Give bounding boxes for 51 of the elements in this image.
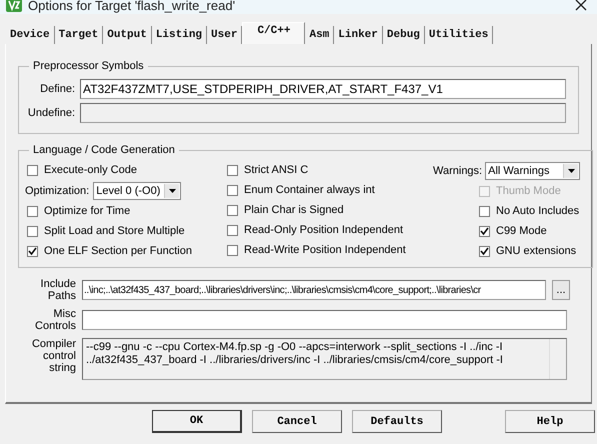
dialog-button[interactable]: Defaults <box>352 410 442 433</box>
undefine-label: Undefine: <box>26 107 75 119</box>
checkbox-label: Optimize for Time <box>44 205 130 217</box>
misc-controls-field[interactable] <box>82 310 567 330</box>
checkbox[interactable] <box>27 206 38 216</box>
checkbox-label: No Auto Includes <box>496 205 580 217</box>
checkbox-label: Enum Container always int <box>244 184 375 196</box>
dropdown[interactable]: All Warnings <box>485 162 580 180</box>
define-field[interactable]: AT32F437ZMT7,USE_STDPERIPH_DRIVER,AT_START_F437_V1 <box>80 79 566 99</box>
browse-button[interactable]: ... <box>552 280 570 300</box>
caret-icon <box>568 168 575 172</box>
window-title: Options for Target 'flash_write_read' <box>28 0 236 12</box>
dialog-button[interactable]: Cancel <box>252 410 342 433</box>
checkbox-label: Plain Char is Signed <box>244 204 344 216</box>
caret-icon <box>168 188 176 192</box>
misc-controls-label: Misc Controls <box>34 308 76 332</box>
checkbox-label: Strict ANSI C <box>244 164 308 176</box>
checkbox-label: Read-Only Position Independent <box>244 224 403 236</box>
checkbox-label: Thumb Mode <box>496 185 561 197</box>
select-label: Optimization: <box>25 184 90 196</box>
close-icon[interactable] <box>575 0 587 11</box>
checkbox[interactable] <box>27 164 38 176</box>
checkbox-label: Read-Write Position Independent <box>244 244 406 256</box>
checkbox-label: Split Load and Store Multiple <box>44 225 185 237</box>
checkbox[interactable] <box>227 164 238 176</box>
checkbox[interactable] <box>479 246 490 256</box>
dialog-button[interactable]: OK <box>152 410 242 433</box>
checkbox[interactable] <box>27 226 38 236</box>
include-paths-field[interactable]: ..\inc;..\at32f435_437_board;..\libraries\drivers\inc;..\libraries\cmsis\cm4\core_support;..\libraries\cr <box>82 280 546 300</box>
app-logo-icon <box>6 0 22 12</box>
checkbox-label: Execute-only Code <box>44 164 137 176</box>
checkbox[interactable] <box>27 246 38 256</box>
group-title: Preprocessor Symbols <box>32 60 145 72</box>
checkbox-label: GNU extensions <box>496 245 576 257</box>
checkbox[interactable] <box>227 244 238 256</box>
dialog-button[interactable]: Help <box>505 410 595 433</box>
checkbox[interactable] <box>227 184 238 196</box>
include-paths-label: Include Paths <box>40 278 76 302</box>
define-label: Define: <box>39 83 75 95</box>
tab[interactable]: C/C++ <box>242 22 306 44</box>
group-title: Language / Code Generation <box>32 144 176 156</box>
compiler-string-field: --c99 --gnu -c --cpu Cortex-M4.fp.sp -g -O0 --apcs=interwork --split_sections -I ../inc -I ../at32f435_437_board -I ../libraries/drivers/inc -I ../libraries/cmsis/cm4/core_support -I <box>82 338 567 380</box>
compiler-string-label: Compiler control string <box>30 338 76 374</box>
dropdown[interactable]: Level 0 (-O0) <box>93 182 182 200</box>
checkbox[interactable] <box>227 224 238 236</box>
checkbox[interactable] <box>479 206 490 216</box>
checkbox-label: One ELF Section per Function <box>44 245 192 257</box>
checkbox[interactable] <box>479 226 490 236</box>
checkbox-label: C99 Mode <box>496 225 547 237</box>
select-label: Warnings: <box>433 164 482 176</box>
checkbox[interactable] <box>227 204 238 216</box>
